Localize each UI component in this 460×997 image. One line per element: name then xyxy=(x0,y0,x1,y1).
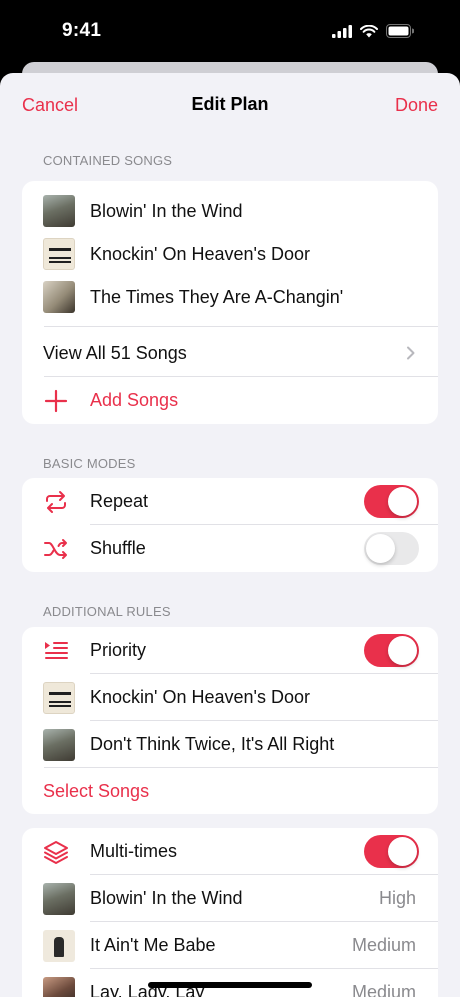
toggle-knob xyxy=(388,487,417,516)
shuffle-icon xyxy=(44,539,67,559)
page-title: Edit Plan xyxy=(191,94,269,114)
song-title: Blowin' In the Wind xyxy=(90,888,243,908)
play-level-value: Medium xyxy=(351,935,416,955)
add-songs-button[interactable]: Add Songs xyxy=(22,377,438,424)
album-art xyxy=(43,281,75,313)
album-art xyxy=(43,977,75,997)
priority-toggle[interactable] xyxy=(364,634,419,667)
toggle-knob xyxy=(388,636,417,665)
status-icons xyxy=(332,24,414,38)
album-art xyxy=(43,195,75,227)
divider xyxy=(44,326,438,327)
repeat-row: Repeat xyxy=(22,478,438,525)
multi-times-label: Multi-times xyxy=(90,841,178,861)
play-level-value: High xyxy=(378,888,416,908)
view-all-songs-label: View All 51 Songs xyxy=(43,343,187,363)
multi-times-toggle[interactable] xyxy=(364,835,419,868)
multi-times-group: Multi-times Blowin' In the Wind High It … xyxy=(22,828,438,997)
song-title: Don't Think Twice, It's All Right xyxy=(90,734,335,754)
priority-row: Priority xyxy=(22,627,438,674)
home-indicator xyxy=(148,982,312,988)
album-art xyxy=(43,682,75,714)
done-button[interactable]: Done xyxy=(395,95,438,116)
cellular-signal-icon xyxy=(332,24,352,38)
album-art xyxy=(43,729,75,761)
wifi-icon xyxy=(360,24,378,37)
chevron-right-icon xyxy=(407,346,415,360)
section-header-contained-songs: CONTAINED SONGS xyxy=(43,153,173,168)
toggle-knob xyxy=(388,837,417,866)
list-item[interactable]: Don't Think Twice, It's All Right xyxy=(22,721,438,768)
song-title: Knockin' On Heaven's Door xyxy=(90,244,310,264)
select-songs-label: Select Songs xyxy=(43,781,150,801)
edit-plan-sheet: Cancel Edit Plan Done CONTAINED SONGS Bl… xyxy=(0,73,460,997)
song-title: It Ain't Me Babe xyxy=(90,935,216,955)
list-item[interactable]: The Times They Are A-Changin' xyxy=(22,275,438,327)
play-level-value: Medium xyxy=(351,982,416,997)
status-bar: 9:41 xyxy=(0,0,460,64)
additional-rules-group: Priority Knockin' On Heaven's Door Don't… xyxy=(22,627,438,814)
song-title: Blowin' In the Wind xyxy=(90,201,243,221)
contained-songs-group: Blowin' In the Wind Knockin' On Heaven's… xyxy=(22,181,438,424)
priority-list-icon xyxy=(45,642,68,659)
battery-icon xyxy=(386,24,414,38)
select-songs-button[interactable]: Select Songs xyxy=(22,768,438,814)
album-art xyxy=(43,930,75,962)
status-time: 9:41 xyxy=(62,20,102,41)
album-art xyxy=(43,883,75,915)
song-title: The Times They Are A-Changin' xyxy=(90,287,344,307)
section-header-additional-rules: ADDITIONAL RULES xyxy=(43,604,171,619)
list-item[interactable]: Blowin' In the Wind High xyxy=(22,875,438,922)
toggle-knob xyxy=(366,534,395,563)
repeat-label: Repeat xyxy=(90,491,149,511)
stack-layers-icon xyxy=(44,841,68,864)
add-songs-label: Add Songs xyxy=(90,390,179,410)
album-art xyxy=(43,238,75,270)
list-item[interactable]: It Ain't Me Babe Medium xyxy=(22,922,438,969)
plus-icon xyxy=(44,389,68,413)
view-all-songs-row[interactable]: View All 51 Songs xyxy=(22,330,438,377)
repeat-toggle[interactable] xyxy=(364,485,419,518)
song-title: Knockin' On Heaven's Door xyxy=(90,687,310,707)
list-item[interactable]: Knockin' On Heaven's Door xyxy=(22,232,438,274)
list-item[interactable]: Blowin' In the Wind xyxy=(22,189,438,231)
multi-times-row: Multi-times xyxy=(22,828,438,875)
list-item[interactable]: Knockin' On Heaven's Door xyxy=(22,674,438,721)
repeat-icon xyxy=(46,491,66,513)
navigation-bar: Cancel Edit Plan Done xyxy=(0,73,460,135)
section-header-basic-modes: BASIC MODES xyxy=(43,456,136,471)
basic-modes-group: Repeat Shuffle xyxy=(22,478,438,572)
shuffle-toggle[interactable] xyxy=(364,532,419,565)
priority-label: Priority xyxy=(90,640,147,660)
shuffle-row: Shuffle xyxy=(22,525,438,572)
shuffle-label: Shuffle xyxy=(90,538,146,558)
